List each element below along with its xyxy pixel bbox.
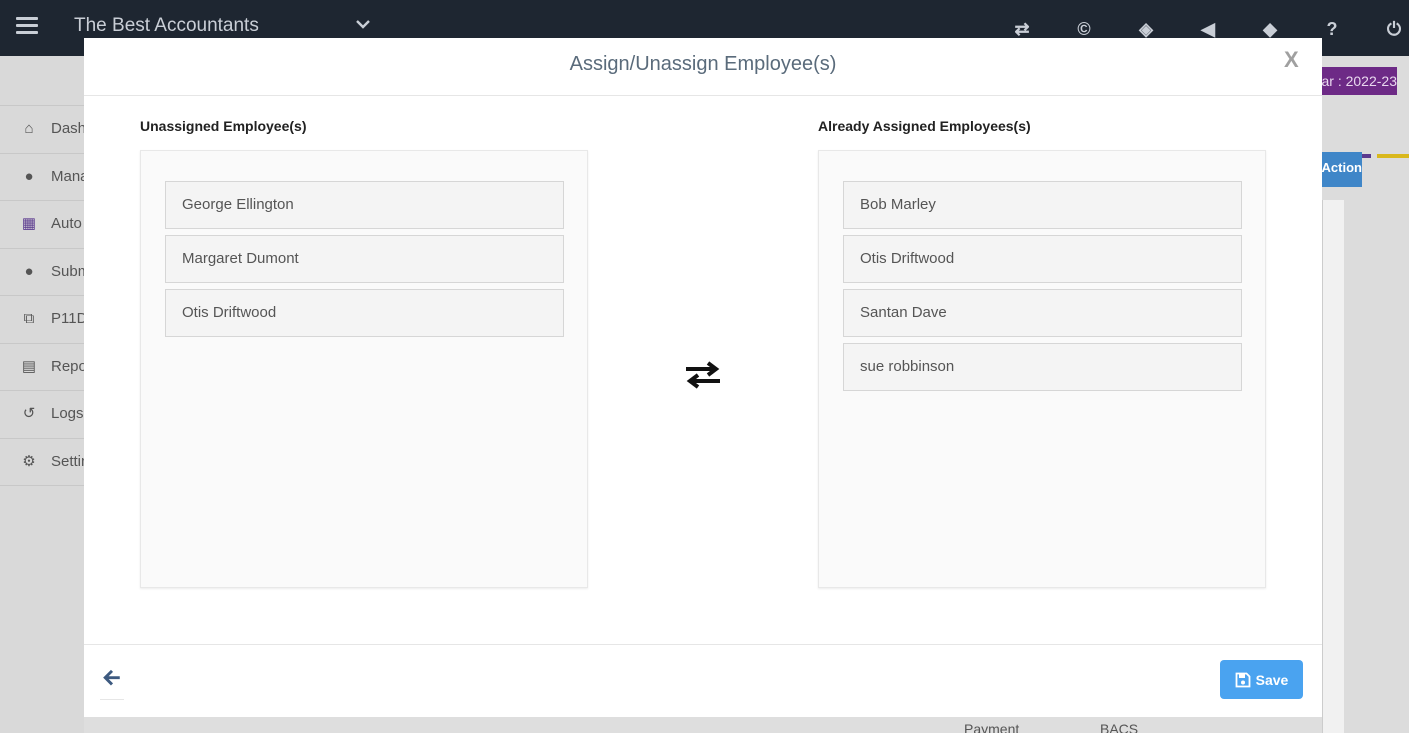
- users-icon: ●: [24, 262, 34, 280]
- sidebar-item-dashboard[interactable]: ⌂ Dashboard: [0, 106, 84, 154]
- assigned-list[interactable]: Bob Marley Otis Driftwood Santan Dave su…: [818, 150, 1266, 588]
- sidebar-item-logs[interactable]: ↺ Logs: [0, 391, 84, 439]
- list-item[interactable]: sue robbinson: [843, 343, 1242, 391]
- modal-title: Assign/Unassign Employee(s): [569, 53, 837, 75]
- sidebar-item-manage[interactable]: ● Manage: [0, 154, 84, 201]
- grid-icon: ▦: [21, 215, 37, 232]
- sidebar-item-reports[interactable]: ▤ Reports: [0, 344, 84, 391]
- payment-value: BACS: [1100, 721, 1139, 733]
- sidebar-item-label: Submissions: [51, 262, 84, 280]
- list-item[interactable]: Margaret Dumont: [165, 235, 564, 283]
- close-icon[interactable]: X: [1284, 47, 1299, 73]
- company-name[interactable]: The Best Accountants: [74, 15, 259, 37]
- sidebar-item-submissions[interactable]: ● Submissions: [0, 249, 84, 296]
- sidebar-item-label: Logs: [51, 405, 84, 422]
- building-icon: ▤: [21, 357, 37, 375]
- unassigned-title: Unassigned Employee(s): [140, 118, 307, 134]
- list-item[interactable]: Bob Marley: [843, 181, 1242, 229]
- copy-icon: ⧉: [23, 310, 35, 327]
- power-icon[interactable]: ⏻: [1382, 19, 1406, 39]
- list-item[interactable]: Otis Driftwood: [165, 289, 564, 337]
- history-icon: ↺: [22, 405, 36, 422]
- sidebar-item-label: Settings: [51, 452, 84, 470]
- sidebar-item-label: Dashboard: [51, 120, 84, 137]
- save-button-label: Save: [1255, 671, 1289, 688]
- sidebar-item-label: P11D: [51, 310, 84, 327]
- floppy-disk-icon: [1235, 672, 1251, 687]
- chevron-down-icon[interactable]: [356, 17, 370, 31]
- sidebar-item-label: Reports: [51, 357, 84, 375]
- modal-header: Assign/Unassign Employee(s) X: [84, 38, 1322, 96]
- save-button[interactable]: Save: [1220, 660, 1303, 699]
- bullhorn-icon[interactable]: ◀: [1196, 19, 1220, 39]
- home-icon: ⌂: [24, 120, 34, 137]
- help-icon[interactable]: ?: [1320, 19, 1344, 39]
- list-item[interactable]: Otis Driftwood: [843, 235, 1242, 283]
- user-icon: ●: [24, 167, 34, 185]
- sidebar-item-p11d[interactable]: ⧉ P11D: [0, 296, 84, 344]
- exchange-icon[interactable]: [684, 360, 722, 390]
- background-panel: [1322, 200, 1344, 733]
- hamburger-menu-icon[interactable]: [16, 17, 38, 35]
- ticket-icon[interactable]: ◆: [1258, 19, 1282, 39]
- sidebar-item-label: Auto: [51, 215, 82, 232]
- gear-icon: ⚙: [22, 452, 36, 470]
- transfer-icon[interactable]: ⇄: [1010, 19, 1034, 39]
- tax-year-badge: Tax Year : 2022-23: [1322, 67, 1397, 95]
- sidebar: ⌂ Dashboard ● Manage ▦ Auto ● Submission…: [0, 56, 84, 733]
- arrow-left-icon[interactable]: [100, 666, 124, 700]
- cubes-icon[interactable]: ◈: [1134, 19, 1158, 39]
- modal-footer-divider: [84, 644, 1322, 645]
- background-footer-row: Payment BACS: [84, 717, 1322, 733]
- background-tab-underline: [1377, 154, 1409, 158]
- sidebar-item-auto[interactable]: ▦ Auto: [0, 201, 84, 249]
- sidebar-item-settings[interactable]: ⚙ Settings: [0, 439, 84, 486]
- sidebar-item-label: Manage: [51, 167, 84, 185]
- assign-employees-modal: Assign/Unassign Employee(s) X Unassigned…: [84, 38, 1322, 717]
- copyright-icon[interactable]: ©: [1072, 19, 1096, 39]
- assigned-title: Already Assigned Employees(s): [818, 118, 1031, 134]
- background-action-button[interactable]: Action: [1322, 152, 1362, 187]
- list-item[interactable]: Santan Dave: [843, 289, 1242, 337]
- unassigned-list[interactable]: George Ellington Margaret Dumont Otis Dr…: [140, 150, 588, 588]
- list-item[interactable]: George Ellington: [165, 181, 564, 229]
- payment-label: Payment: [964, 721, 1020, 733]
